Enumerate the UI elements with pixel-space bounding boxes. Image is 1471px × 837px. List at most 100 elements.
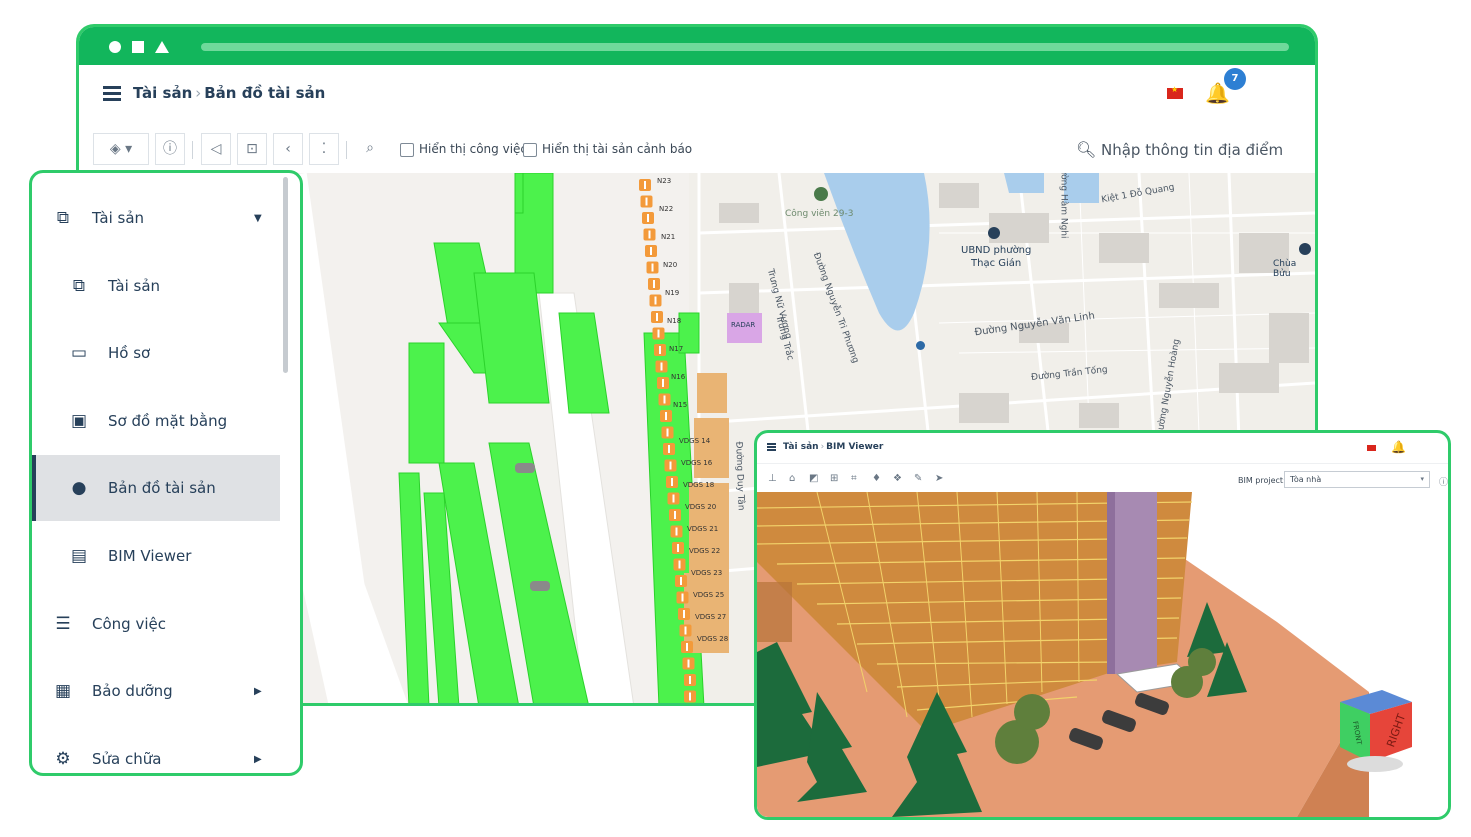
window-titlebar: [79, 27, 1315, 65]
caret-right-icon: ▶: [254, 754, 262, 765]
sidebar-item-documents[interactable]: ▭ Hồ sơ: [32, 320, 280, 386]
breadcrumb-root[interactable]: Tài sản: [783, 442, 819, 452]
breadcrumb-root[interactable]: Tài sản: [133, 84, 192, 102]
bim-project-value: Tòa nhà: [1290, 475, 1322, 484]
zoom-box-button[interactable]: ⊡: [237, 133, 267, 165]
sidebar-menu: ⧉ Tài sản ▼ ⧉ Tài sản ▭ Hồ sơ ▣ Sơ đồ mặ…: [29, 170, 303, 776]
asset-marker-cross: [683, 610, 685, 618]
folder-icon: ▭: [70, 343, 88, 363]
bim-3d-viewport[interactable]: FRONT RIGHT: [757, 492, 1448, 817]
asset-marker-cross: [666, 428, 669, 437]
stand-label: N23: [657, 177, 671, 185]
aircraft-icon[interactable]: [515, 463, 535, 473]
tree-icon[interactable]: ⊥: [768, 473, 777, 484]
show-warning-assets-checkbox[interactable]: [523, 143, 537, 157]
notification-badge[interactable]: 7: [1224, 68, 1246, 90]
sidebar-item-asset-map[interactable]: ● Bản đồ tài sản: [32, 455, 280, 521]
measure-icon[interactable]: ✎: [914, 473, 922, 484]
gate-label: VDGS 14: [679, 437, 711, 445]
bim-project-select[interactable]: Tòa nhà ▾: [1284, 471, 1430, 488]
asset-marker-cross: [651, 263, 654, 272]
square-icon: [132, 41, 144, 53]
measure-button[interactable]: ◁: [201, 133, 231, 165]
crop-icon[interactable]: ⌗: [851, 473, 857, 484]
map-label-ward-2: Thạc Gián: [971, 258, 1022, 269]
select-icon[interactable]: ➤: [935, 473, 943, 484]
grid-icon[interactable]: ⊞: [830, 473, 838, 484]
gate-label: VDGS 18: [683, 481, 714, 489]
breadcrumb-current: Bản đồ tài sản: [204, 84, 326, 102]
repair-icon: ⚙: [55, 749, 71, 769]
sidebar-item-label: Công việc: [92, 615, 166, 633]
page-header: Tài sản›Bản đồ tài sản 🔔 7: [79, 65, 1315, 128]
sidebar-item-repair[interactable]: ⚙ Sửa chữa ▶: [32, 726, 280, 773]
map-search-button[interactable]: ⌕: [355, 133, 385, 165]
show-tasks-checkbox[interactable]: [400, 143, 414, 157]
ward-pin-icon[interactable]: [988, 227, 1000, 239]
sidebar-item-bim-viewer[interactable]: ▤ BIM Viewer: [32, 523, 280, 589]
asset-marker-cross: [660, 362, 663, 371]
layers-dropdown-button[interactable]: ◈ ▾: [93, 133, 149, 165]
gate-label: VDGS 22: [689, 547, 720, 555]
sidebar-item-label: Sơ đồ mặt bằng: [108, 412, 228, 430]
asset-marker-cross: [654, 296, 657, 305]
sidebar-item-floorplan[interactable]: ▣ Sơ đồ mặt bằng: [32, 388, 280, 454]
stand-label: N18: [667, 317, 681, 325]
sidebar-item-label: Tài sản: [108, 277, 161, 295]
sidebar-item-label: BIM Viewer: [108, 547, 192, 565]
aircraft-icon[interactable]: [530, 581, 550, 591]
info-button[interactable]: ⓘ: [155, 133, 185, 165]
park-pin-icon[interactable]: [814, 187, 828, 201]
breadcrumb-current: BIM Viewer: [826, 442, 884, 452]
back-button[interactable]: ‹: [273, 133, 303, 165]
asset-marker-cross: [687, 659, 690, 668]
vietnam-flag-icon[interactable]: [1367, 445, 1376, 451]
cube-icon[interactable]: ◩: [809, 473, 818, 484]
map-label-pagoda: Chùa Bửu: [1273, 259, 1297, 279]
fullscreen-button[interactable]: ⁚: [309, 133, 339, 165]
sidebar-scrollbar[interactable]: [283, 177, 288, 373]
bim-project-label: BIM project:: [1238, 476, 1286, 485]
vietnam-flag-icon[interactable]: [1167, 85, 1183, 99]
asset-marker-cross: [680, 577, 682, 585]
map-label-street-5: Đường Hàm Nghi: [1058, 173, 1069, 239]
location-search-input[interactable]: [1099, 136, 1303, 164]
gate-label: VDGS 27: [695, 613, 726, 621]
bim-scene[interactable]: [757, 492, 1448, 817]
walk-icon[interactable]: ♦: [872, 473, 881, 484]
show-tasks-label: Hiển thị công việc: [419, 142, 528, 156]
breadcrumb-separator-icon: ›: [820, 442, 825, 452]
hamburger-menu-icon[interactable]: [767, 443, 776, 451]
sidebar-item-tasks[interactable]: ☰ Công việc: [32, 591, 280, 657]
asset-marker-cross: [659, 346, 661, 354]
stand-label: N22: [659, 205, 673, 213]
asset-marker-cross: [681, 593, 684, 602]
home-icon[interactable]: ⌂: [789, 473, 795, 484]
asset-marker-cross: [675, 527, 678, 536]
sidebar-item-label: Bản đồ tài sản: [108, 479, 216, 497]
bus-stop-icon[interactable]: [916, 341, 925, 350]
toolbar-divider: [346, 141, 347, 159]
stand-label: N21: [661, 233, 675, 241]
sidebar-item-assets-group[interactable]: ⧉ Tài sản ▼: [32, 185, 280, 251]
asset-marker-cross: [644, 181, 646, 189]
building-icon: ▤: [70, 546, 88, 566]
pagoda-pin-icon[interactable]: [1299, 243, 1311, 255]
map-label-radar: RADAR: [731, 321, 756, 329]
bell-icon[interactable]: 🔔: [1391, 440, 1406, 454]
asset-marker-cross: [653, 280, 655, 288]
breadcrumb: Tài sản › Bản đồ tài sản: [133, 84, 325, 102]
asset-marker-cross: [650, 247, 652, 255]
calendar-icon: ▦: [54, 681, 72, 701]
bim-viewer-window: Tài sản › BIM Viewer 🔔 ⊥ ⌂ ◩ ⊞ ⌗ ♦ ❖ ✎ ➤ B…: [754, 430, 1451, 820]
floorplan-icon: ▣: [70, 411, 88, 431]
sidebar-item-assets[interactable]: ⧉ Tài sản: [32, 253, 280, 319]
address-bar: [201, 43, 1289, 51]
map-toolbar: ◈ ▾ ⓘ ◁ ⊡ ‹ ⁚ ⌕ Hiển thị công việc Hiển …: [79, 127, 1315, 173]
asset-marker-cross: [689, 676, 691, 684]
explode-icon[interactable]: ❖: [893, 473, 902, 484]
hamburger-menu-icon[interactable]: [103, 86, 121, 101]
sidebar-item-maintenance[interactable]: ▦ Bảo dưỡng ▶: [32, 658, 280, 724]
stand-label: N19: [665, 289, 679, 297]
info-icon[interactable]: ⓘ: [1439, 475, 1448, 488]
